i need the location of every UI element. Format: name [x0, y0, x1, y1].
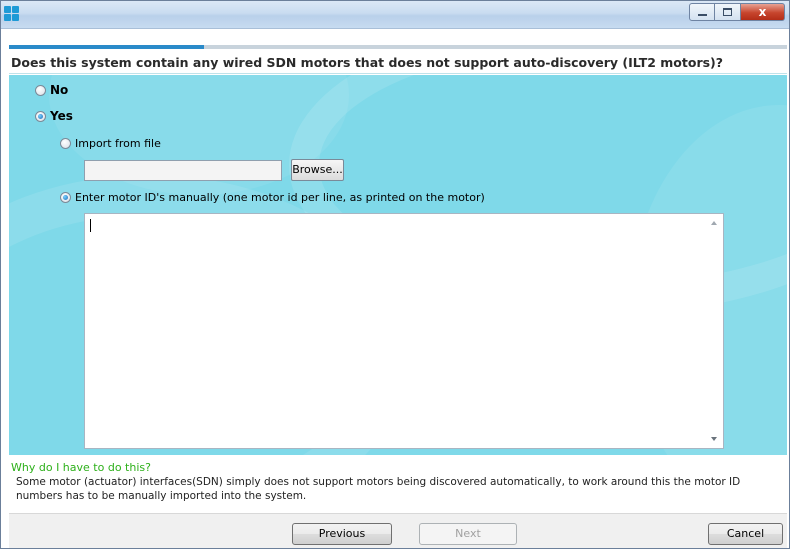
maximize-icon	[723, 8, 732, 16]
import-from-file-radio[interactable]	[60, 138, 71, 149]
import-from-file-label[interactable]: Import from file	[75, 137, 161, 150]
previous-button[interactable]: Previous	[292, 523, 392, 545]
minimize-icon	[697, 14, 707, 16]
help-title: Why do I have to do this?	[11, 461, 151, 474]
app-icon	[4, 6, 20, 22]
textarea-scrollbar[interactable]	[708, 215, 722, 447]
question-heading: Does this system contain any wired SDN m…	[9, 51, 787, 74]
no-label[interactable]: No	[50, 83, 68, 97]
window-controls: x	[689, 3, 785, 21]
close-icon: x	[758, 5, 767, 19]
footer-bar: Previous Next Cancel	[9, 513, 787, 548]
enter-manually-radio[interactable]	[60, 192, 71, 203]
text-caret	[90, 219, 91, 232]
scroll-down-icon[interactable]	[711, 437, 717, 441]
title-bar[interactable]: x	[1, 1, 789, 29]
file-path-input[interactable]	[84, 160, 282, 181]
scroll-up-icon[interactable]	[711, 221, 717, 225]
motor-id-textarea[interactable]	[84, 213, 724, 449]
no-radio[interactable]	[35, 85, 46, 96]
cancel-button[interactable]: Cancel	[708, 523, 783, 545]
browse-button[interactable]: Browse...	[291, 159, 344, 181]
wizard-window: x Does this system contain any wired SDN…	[0, 0, 790, 549]
next-button[interactable]: Next	[419, 523, 517, 545]
yes-radio[interactable]	[35, 111, 46, 122]
enter-manually-label[interactable]: Enter motor ID's manually (one motor id …	[75, 191, 485, 204]
yes-label[interactable]: Yes	[50, 109, 73, 123]
minimize-button[interactable]	[689, 3, 715, 21]
close-button[interactable]: x	[741, 3, 785, 21]
help-section: Why do I have to do this? Some motor (ac…	[9, 457, 787, 511]
help-text: Some motor (actuator) interfaces(SDN) si…	[16, 476, 741, 502]
options-panel: No Yes Import from file Browse... Enter …	[9, 75, 787, 455]
wizard-progress-bar	[9, 45, 787, 49]
maximize-button[interactable]	[715, 3, 741, 21]
wizard-progress-fill	[9, 45, 204, 49]
